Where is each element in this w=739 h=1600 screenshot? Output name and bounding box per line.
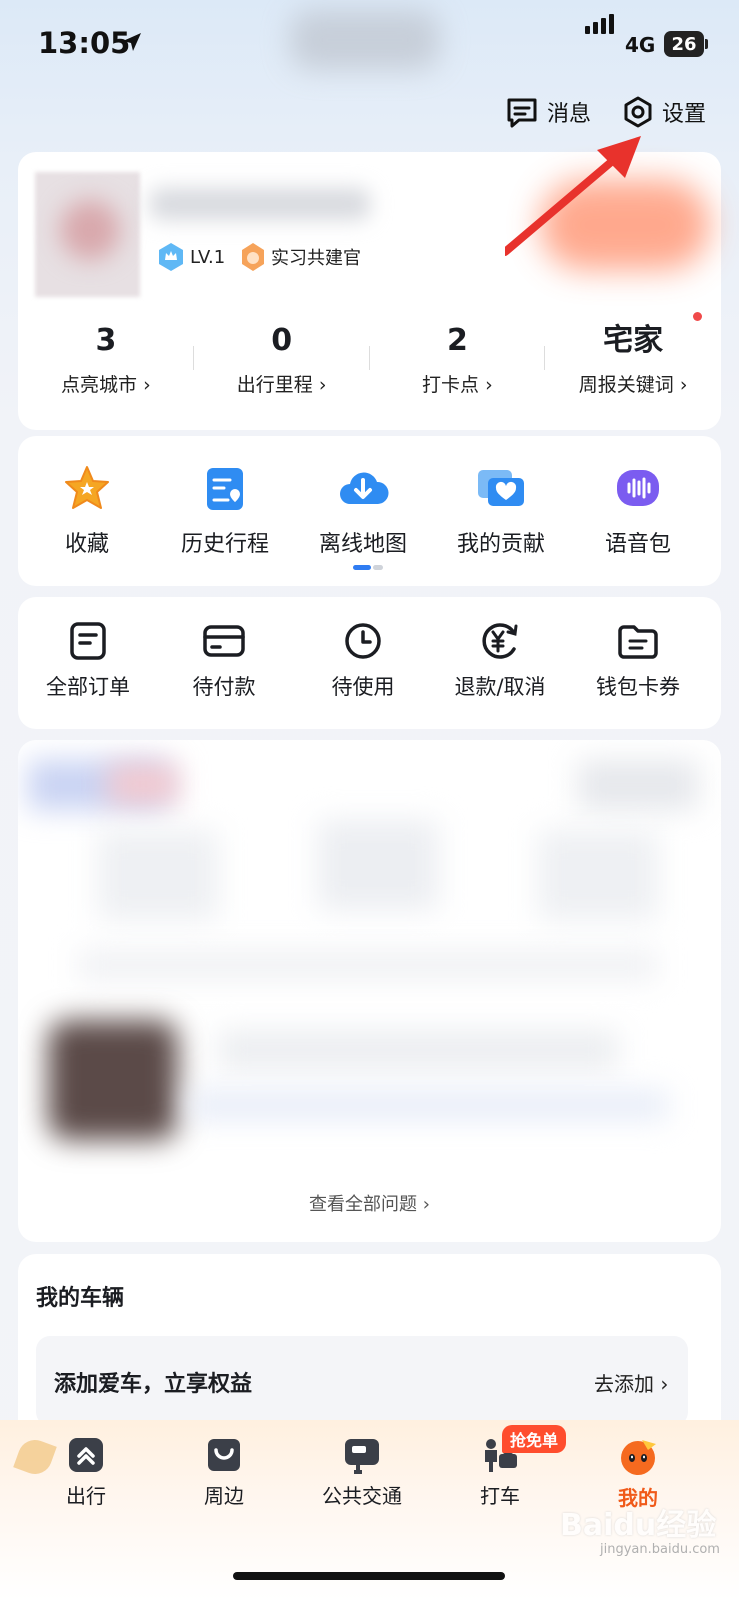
favorites-button[interactable]: 收藏 [22,464,152,558]
stat-value: 0 [271,323,293,358]
view-all-questions-link[interactable]: 查看全部问题 › [18,1190,721,1216]
order-label: 钱包卡券 [596,675,680,699]
profile-stats: 3 点亮城市 › 0 出行里程 › 2 打卡点 › 宅家 周报关键词 › [18,312,721,400]
stat-value: 宅家 [603,323,664,358]
wallet-folder-icon [618,625,658,659]
annotation-arrow-icon [505,136,641,256]
voice-pack-button[interactable]: 语音包 [573,464,703,558]
nav-label: 周边 [204,1484,244,1508]
nav-transit[interactable]: 公共交通 [312,1436,412,1509]
avatar-blur [60,200,120,260]
stat-lit-cities[interactable]: 3 点亮城市 › [18,320,194,400]
watermark: Baidu经验 [560,1508,717,1543]
order-label: 待付款 [192,675,256,699]
refund-cancel-button[interactable]: 退款/取消 [430,621,570,701]
wallet-coupons-button[interactable]: 钱包卡券 [568,621,708,701]
to-use-button[interactable]: 待使用 [293,621,433,701]
medal-icon [242,243,264,271]
orders-card: 全部订单 待付款 待使用 退款/取消 钱包卡券 [18,597,721,729]
network-type: 4G [625,33,656,57]
free-order-badge: 抢免单 [502,1425,567,1453]
nearby-bag-icon [208,1439,240,1471]
add-vehicle-button[interactable]: 去添加 › [594,1368,668,1397]
order-label: 全部订单 [46,675,130,699]
offline-map-button[interactable]: 离线地图 [298,464,428,558]
cloud-download-icon [340,472,389,504]
title-badge[interactable]: 实习共建官 [240,242,361,272]
location-arrow-icon [123,33,141,51]
messages-button[interactable]: 消息 [505,96,591,128]
nav-travel[interactable]: 出行 [36,1436,136,1509]
travel-icon [69,1438,103,1472]
add-vehicle-promo: 添加爱车，立享权益 [54,1372,253,1397]
gear-icon [624,96,652,128]
message-icon [507,98,537,128]
blurred-area [290,10,440,70]
refund-icon [482,623,518,659]
tool-label: 语音包 [604,532,671,557]
my-contribution-button[interactable]: 我的贡献 [436,464,566,558]
level-badge[interactable]: LV.1 [157,242,225,272]
title-badge-text: 实习共建官 [271,248,361,269]
username-blurred [150,188,370,220]
stat-label: 出行里程 › [236,374,327,396]
settings-button[interactable]: 设置 [622,96,706,128]
battery-indicator: 26 [664,31,704,57]
order-label: 退款/取消 [454,675,546,699]
stat-value: 2 [446,323,468,358]
tool-label: 历史行程 [180,532,269,557]
stat-weekly-keyword[interactable]: 宅家 周报关键词 › [545,312,721,400]
tool-label: 收藏 [64,532,109,557]
history-trip-button[interactable]: 历史行程 [160,464,290,558]
battery-tip [705,39,708,49]
stat-label: 点亮城市 › [61,374,151,396]
nav-label: 公共交通 [322,1484,402,1508]
level-shield-icon [159,243,183,271]
profile-mascot-icon [621,1440,656,1475]
nav-nearby[interactable]: 周边 [174,1436,274,1509]
nav-label: 打车 [480,1484,520,1508]
level-text: LV.1 [190,246,226,268]
stat-label: 周报关键词 › [578,374,688,396]
nav-label: 出行 [66,1484,106,1508]
pending-payment-button[interactable]: 待付款 [154,621,294,701]
vehicle-title: 我的车辆 [36,1286,125,1311]
stat-value: 3 [95,323,117,358]
stat-label: 打卡点 › [422,374,493,396]
qa-card-blurred [18,740,721,1242]
stat-mileage[interactable]: 0 出行里程 › [194,320,370,400]
clock-icon [345,623,381,659]
order-list-icon [70,622,106,660]
messages-label: 消息 [547,102,592,127]
voice-pack-icon [617,470,659,506]
home-indicator[interactable] [233,1572,505,1580]
stat-checkins[interactable]: 2 打卡点 › [370,320,546,400]
order-label: 待使用 [331,675,395,699]
watermark-url: jingyan.baidu.com [600,1542,720,1557]
settings-label: 设置 [662,102,707,127]
all-orders-button[interactable]: 全部订单 [18,621,158,701]
history-trip-icon [207,468,243,510]
tool-label: 离线地图 [318,532,407,557]
tool-label: 我的贡献 [456,532,545,557]
tools-card: 收藏 历史行程 离线地图 我的贡献 语音包 [18,436,721,586]
star-icon [65,466,109,509]
status-time: 13:05 [38,26,131,60]
wallet-card-icon [203,625,245,657]
contribution-icon [478,470,524,506]
bus-icon [345,1439,379,1474]
